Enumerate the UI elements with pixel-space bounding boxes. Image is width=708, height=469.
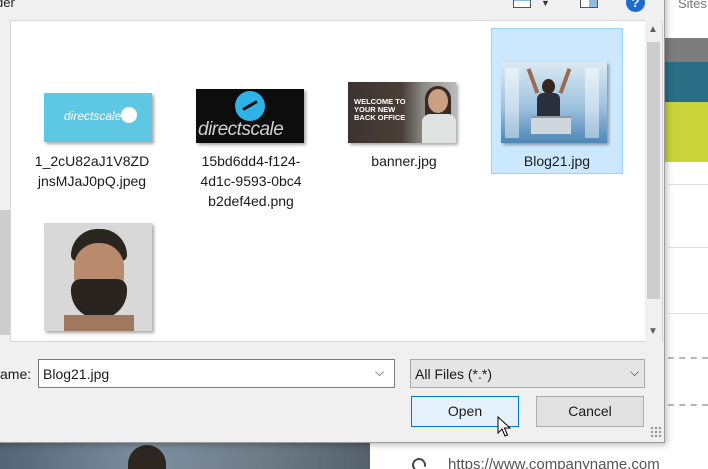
change-view-icon[interactable] [513, 0, 531, 8]
file-thumbnail [501, 62, 607, 143]
file-name-field[interactable] [39, 360, 369, 387]
chevron-down-icon[interactable]: ⌵ [375, 365, 384, 380]
thumbnail-logo-text: directscale [64, 109, 122, 123]
file-name-label: ame: [0, 366, 32, 382]
vertical-scrollbar[interactable]: ▲ ▼ [645, 20, 662, 342]
thumbnail-photo-arm [526, 68, 540, 94]
background-band [665, 102, 708, 162]
thumbnail-logo-text: directscale [198, 119, 284, 140]
thumbnail-photo-laptop [531, 116, 571, 134]
scrollbar-thumb[interactable] [647, 42, 660, 299]
background-dashed-line [668, 357, 708, 359]
file-type-value: All Files (*.*) [415, 366, 493, 382]
chevron-down-icon[interactable]: ⌵ [630, 365, 639, 380]
file-item[interactable]: directscale 15bd6dd4-f124- 4d1c-9593-0bc… [185, 28, 317, 209]
file-name: 1_2cU82aJ1V8ZD [34, 153, 150, 169]
file-name: 4d1c-9593-0bc4 [200, 173, 302, 189]
thumbnail-photo-window [505, 68, 519, 138]
file-thumbnail [44, 223, 152, 331]
resize-grip-icon[interactable] [650, 426, 662, 438]
logo-icon [235, 91, 265, 121]
background-dashed-line [668, 404, 708, 406]
file-item[interactable]: directscale 1_2cU82aJ1V8ZD jnsMJaJ0pQ.jp… [26, 28, 158, 189]
file-item-selected[interactable]: Blog21.jpg [491, 28, 623, 174]
mouse-cursor-icon [497, 416, 511, 437]
file-thumbnail: WELCOME TO YOUR NEW BACK OFFICE [348, 82, 456, 143]
scrollbar-thumb[interactable] [0, 210, 10, 335]
file-thumbnail: directscale [196, 89, 304, 143]
logo-icon [121, 107, 137, 123]
background-divider [668, 247, 708, 248]
file-name: Blog21.jpg [523, 153, 591, 169]
file-name: 15bd6dd4-f124- [201, 153, 301, 169]
thumbnail-photo-head [542, 79, 555, 94]
thumbnail-photo-face [428, 89, 448, 113]
file-item[interactable] [26, 210, 158, 335]
thumbnail-banner-text: WELCOME TO YOUR NEW BACK OFFICE [354, 97, 406, 122]
thumbnail-photo-neck [64, 315, 134, 331]
file-name: jnsMJaJ0pQ.jpeg [37, 173, 147, 189]
file-name: banner.jpg [371, 153, 437, 169]
thumbnail-photo-arm [558, 68, 572, 94]
thumbnail-photo-window [585, 68, 599, 138]
background-url-link[interactable]: https://www.companyname.com [448, 456, 660, 469]
file-name: b2def4ed.png [208, 193, 294, 209]
background-band [665, 38, 708, 62]
thumbnail-photo-beard [71, 279, 127, 319]
cancel-button[interactable]: Cancel [536, 396, 644, 427]
preview-pane-icon[interactable] [580, 0, 598, 8]
file-name-combobox[interactable]: ⌵ [38, 359, 395, 388]
file-thumbnail: directscale [44, 93, 152, 142]
scroll-down-icon[interactable]: ▼ [648, 326, 658, 337]
chevron-down-icon[interactable]: ▼ [541, 0, 550, 8]
dialog-title: der [0, 0, 15, 10]
background-band [665, 62, 708, 102]
background-divider [668, 184, 708, 185]
file-item[interactable]: WELCOME TO YOUR NEW BACK OFFICE banner.j… [338, 28, 470, 174]
scroll-up-icon[interactable]: ▲ [648, 24, 658, 35]
background-top-text: Sites [678, 0, 707, 11]
background-divider [668, 313, 708, 314]
file-type-select[interactable]: All Files (*.*) ⌵ [410, 359, 645, 388]
thumbnail-photo-body [422, 114, 456, 143]
background-photo [0, 443, 370, 469]
